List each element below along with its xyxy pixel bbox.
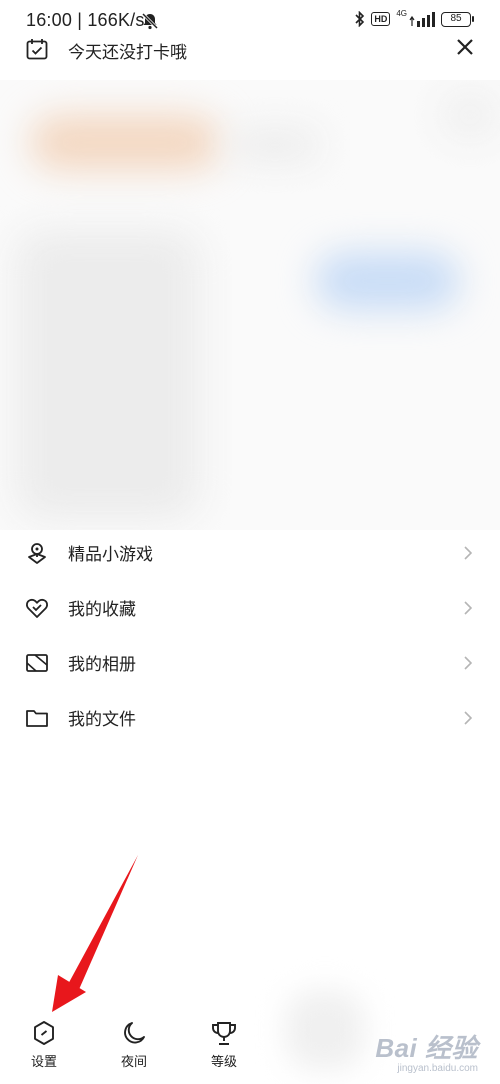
arrow-head <box>52 975 86 1012</box>
moon-icon <box>104 1018 164 1046</box>
game-controller-icon <box>24 540 50 566</box>
chevron-right-icon <box>464 545 472 560</box>
menu-item-favorites[interactable]: 我的收藏 <box>0 580 500 635</box>
chevron-right-icon <box>464 710 472 725</box>
blurred-corner <box>440 90 500 140</box>
tab-label-settings: 设置 <box>30 1054 57 1069</box>
battery-tip <box>472 16 474 22</box>
chevron-right-icon <box>464 655 472 670</box>
menu-item-album[interactable]: 我的相册 <box>0 635 500 690</box>
menu-item-files[interactable]: 我的文件 <box>0 690 500 745</box>
battery-level: 85 <box>441 11 471 27</box>
watermark-main: Bai 经验 <box>375 1033 478 1063</box>
trophy-icon <box>194 1018 254 1046</box>
album-icon <box>24 650 50 676</box>
blurred-avatar <box>30 115 220 170</box>
battery-indicator: 85 <box>441 11 474 27</box>
menu-label-favorites: 我的收藏 <box>68 600 136 619</box>
tab-settings[interactable]: 设置 <box>14 1018 74 1070</box>
tab-label-level: 等级 <box>210 1054 237 1069</box>
close-button[interactable] <box>452 34 478 60</box>
blurred-profile-area <box>0 80 500 530</box>
arrow-shaft <box>66 855 138 994</box>
signal-icon <box>409 12 435 27</box>
watermark: Bai 经验 jingyan.baidu.com <box>375 1028 478 1074</box>
tab-night-mode[interactable]: 夜间 <box>104 1018 164 1070</box>
hd-badge: HD <box>371 12 391 26</box>
heart-icon <box>24 595 50 621</box>
checkin-reminder-bar: 今天还没打卡哦 <box>0 28 500 68</box>
menu-item-games[interactable]: 精品小游戏 <box>0 525 500 580</box>
checkin-text: 今天还没打卡哦 <box>68 43 187 62</box>
folder-icon <box>24 705 50 731</box>
bluetooth-icon <box>355 11 365 27</box>
menu-label-games: 精品小游戏 <box>68 545 153 564</box>
status-indicators: HD 4G 85 <box>355 9 474 27</box>
blurred-content <box>15 230 200 520</box>
menu-list: 精品小游戏 我的收藏 我的相册 我的文件 <box>0 525 500 745</box>
menu-label-files: 我的文件 <box>68 710 136 729</box>
settings-icon <box>14 1018 74 1046</box>
network-type: 4G <box>396 9 407 18</box>
blurred-button <box>315 252 460 310</box>
tab-label-night-mode: 夜间 <box>120 1054 147 1069</box>
menu-label-album: 我的相册 <box>68 655 136 674</box>
tab-level[interactable]: 等级 <box>194 1018 254 1070</box>
blurred-username <box>230 128 320 162</box>
calendar-check-icon <box>26 39 48 60</box>
close-icon <box>457 39 473 55</box>
chevron-right-icon <box>464 600 472 615</box>
